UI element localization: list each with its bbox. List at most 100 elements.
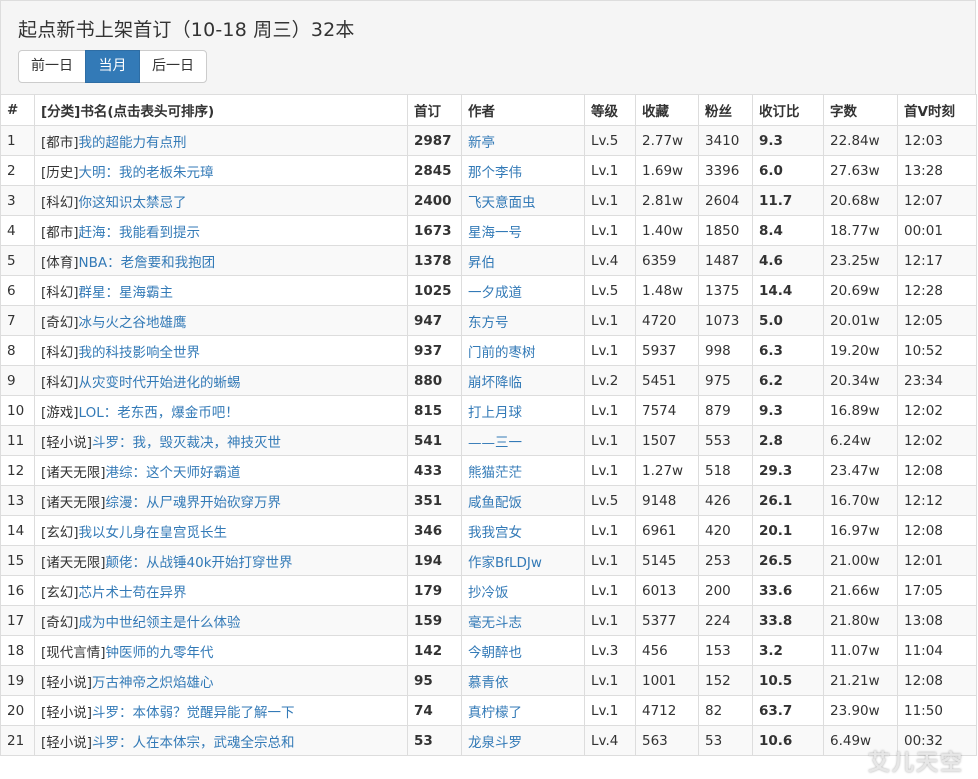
- author-link[interactable]: 毫无斗志: [461, 605, 585, 636]
- book-title-link[interactable]: NBA：老詹要和我抱团: [79, 255, 216, 271]
- book-title-link[interactable]: 从灾变时代开始进化的蜥蜴: [79, 375, 241, 391]
- table-row: 3 [科幻]你这知识太禁忌了 2400 飞天意面虫 Lv.1 2.81w 2604 11.7 2…: [0, 185, 977, 216]
- book-title-link[interactable]: 颠佬：从战锤40k开始打穿世界: [106, 555, 293, 571]
- cell-title: [诸天无限]综漫：从尸魂界开始砍穿万界: [34, 485, 408, 516]
- author-link[interactable]: 打上月球: [461, 395, 585, 426]
- cell-level: Lv.1: [584, 335, 636, 366]
- author-link[interactable]: 飞天意面虫: [461, 185, 585, 216]
- book-title-link[interactable]: 赶海：我能看到提示: [79, 225, 201, 241]
- book-title-link[interactable]: 大明：我的老板朱元璋: [79, 165, 214, 181]
- author-link[interactable]: 慕青依: [461, 665, 585, 696]
- col-header-ratio[interactable]: 收订比: [752, 94, 824, 126]
- book-title-link[interactable]: 群星：星海霸主: [79, 285, 174, 301]
- cell-words: 23.90w: [823, 695, 898, 726]
- cell-level: Lv.1: [584, 455, 636, 486]
- col-header-level[interactable]: 等级: [584, 94, 636, 126]
- cell-first-subs: 159: [407, 605, 462, 636]
- cell-first-subs: 53: [407, 725, 462, 756]
- cell-favorites: 9148: [635, 485, 699, 516]
- cell-first-vip-time: 12:02: [897, 395, 977, 426]
- cell-words: 6.49w: [823, 725, 898, 756]
- author-link[interactable]: 新亭: [461, 125, 585, 156]
- cell-index: 9: [0, 365, 35, 396]
- table-row: 16 [玄幻]芯片术士苟在异界 179 抄冷饭 Lv.1 6013 200 33.6 21.66…: [0, 575, 977, 606]
- book-title-link[interactable]: 钟医师的九零年代: [106, 645, 214, 661]
- author-link[interactable]: 今朝醉也: [461, 635, 585, 666]
- cell-favorites: 6961: [635, 515, 699, 546]
- next-day-button[interactable]: 后一日: [139, 50, 207, 83]
- author-link[interactable]: 龙泉斗罗: [461, 725, 585, 756]
- col-header-author[interactable]: 作者: [461, 94, 585, 126]
- cell-favorites: 5451: [635, 365, 699, 396]
- cell-words: 18.77w: [823, 215, 898, 246]
- cell-title: [都市]赶海：我能看到提示: [34, 215, 408, 246]
- cell-level: Lv.1: [584, 155, 636, 186]
- cell-title: [科幻]你这知识太禁忌了: [34, 185, 408, 216]
- cell-level: Lv.1: [584, 695, 636, 726]
- author-link[interactable]: 咸鱼配饭: [461, 485, 585, 516]
- book-title-link[interactable]: 我的科技影响全世界: [79, 345, 201, 361]
- cell-words: 21.66w: [823, 575, 898, 606]
- col-header-fans[interactable]: 粉丝: [698, 94, 753, 126]
- cell-level: Lv.1: [584, 215, 636, 246]
- cell-first-vip-time: 12:08: [897, 665, 977, 696]
- col-header-words[interactable]: 字数: [823, 94, 898, 126]
- author-link[interactable]: 抄冷饭: [461, 575, 585, 606]
- cell-index: 2: [0, 155, 35, 186]
- col-header-first-subs[interactable]: 首订: [407, 94, 462, 126]
- cell-title: [玄幻]芯片术士苟在异界: [34, 575, 408, 606]
- book-title-link[interactable]: 我以女儿身在皇宫觅长生: [79, 525, 228, 541]
- col-header-index[interactable]: #: [0, 94, 35, 126]
- book-title-link[interactable]: 我的超能力有点刑: [79, 135, 187, 151]
- author-link[interactable]: 那个李伟: [461, 155, 585, 186]
- cell-index: 3: [0, 185, 35, 216]
- book-title-link[interactable]: 冰与火之谷地雄鹰: [79, 315, 187, 331]
- table-row: 14 [玄幻]我以女儿身在皇宫觅长生 346 我我宫女 Lv.1 6961 420 20.1 1…: [0, 515, 977, 546]
- cell-level: Lv.1: [584, 605, 636, 636]
- author-link[interactable]: ——三一: [461, 425, 585, 456]
- table-row: 4 [都市]赶海：我能看到提示 1673 星海一号 Lv.1 1.40w 1850 8.4 18…: [0, 215, 977, 246]
- cell-words: 21.80w: [823, 605, 898, 636]
- book-title-link[interactable]: 综漫：从尸魂界开始砍穿万界: [106, 495, 282, 511]
- table-header-row: # [分类]书名(点击表头可排序) 首订 作者 等级 收藏 粉丝 收订比 字数 …: [0, 94, 977, 126]
- author-link[interactable]: 作家BfLDJw: [461, 545, 585, 576]
- cell-level: Lv.1: [584, 575, 636, 606]
- book-title-link[interactable]: 斗罗：我，毁灭裁决，神技灭世: [92, 435, 281, 451]
- author-link[interactable]: 一夕成道: [461, 275, 585, 306]
- current-month-button[interactable]: 当月: [85, 50, 140, 83]
- book-title-link[interactable]: 港综：这个天师好霸道: [106, 465, 241, 481]
- cell-first-vip-time: 11:50: [897, 695, 977, 726]
- book-title-link[interactable]: 斗罗：本体弱？觉醒异能了解一下: [92, 705, 295, 721]
- table-row: 8 [科幻]我的科技影响全世界 937 门前的枣树 Lv.1 5937 998 6.3 19.2…: [0, 335, 977, 366]
- cell-fans: 1375: [698, 275, 753, 306]
- author-link[interactable]: 我我宫女: [461, 515, 585, 546]
- book-category: [诸天无限]: [41, 494, 106, 511]
- col-header-favorites[interactable]: 收藏: [635, 94, 699, 126]
- cell-index: 17: [0, 605, 35, 636]
- book-title-link[interactable]: 芯片术士苟在异界: [79, 585, 187, 601]
- cell-favorites: 1.69w: [635, 155, 699, 186]
- author-link[interactable]: 昇伯: [461, 245, 585, 276]
- author-link[interactable]: 门前的枣树: [461, 335, 585, 366]
- cell-title: [诸天无限]港综：这个天师好霸道: [34, 455, 408, 486]
- cell-favorites: 1.27w: [635, 455, 699, 486]
- prev-day-button[interactable]: 前一日: [18, 50, 86, 83]
- col-header-title[interactable]: [分类]书名(点击表头可排序): [34, 94, 408, 126]
- book-title-link[interactable]: 斗罗：人在本体宗，武魂全宗总和: [92, 735, 295, 751]
- author-link[interactable]: 真柠檬了: [461, 695, 585, 726]
- cell-first-vip-time: 13:08: [897, 605, 977, 636]
- book-title-link[interactable]: 万古神帝之炽焰雄心: [92, 675, 214, 691]
- book-title-link[interactable]: LOL：老东西，爆金币吧！: [79, 405, 239, 421]
- cell-level: Lv.5: [584, 125, 636, 156]
- book-title-link[interactable]: 你这知识太禁忌了: [79, 195, 187, 211]
- author-link[interactable]: 东方号: [461, 305, 585, 336]
- book-title-link[interactable]: 成为中世纪领主是什么体验: [79, 615, 241, 631]
- col-header-first-vip-time[interactable]: 首V时刻: [897, 94, 977, 126]
- author-link[interactable]: 熊猫茫茫: [461, 455, 585, 486]
- author-link[interactable]: 星海一号: [461, 215, 585, 246]
- table-row: 2 [历史]大明：我的老板朱元璋 2845 那个李伟 Lv.1 1.69w 3396 6.0 2…: [0, 155, 977, 186]
- cell-level: Lv.1: [584, 545, 636, 576]
- cell-title: [体育]NBA：老詹要和我抱团: [34, 245, 408, 276]
- cell-level: Lv.1: [584, 665, 636, 696]
- author-link[interactable]: 崩坏降临: [461, 365, 585, 396]
